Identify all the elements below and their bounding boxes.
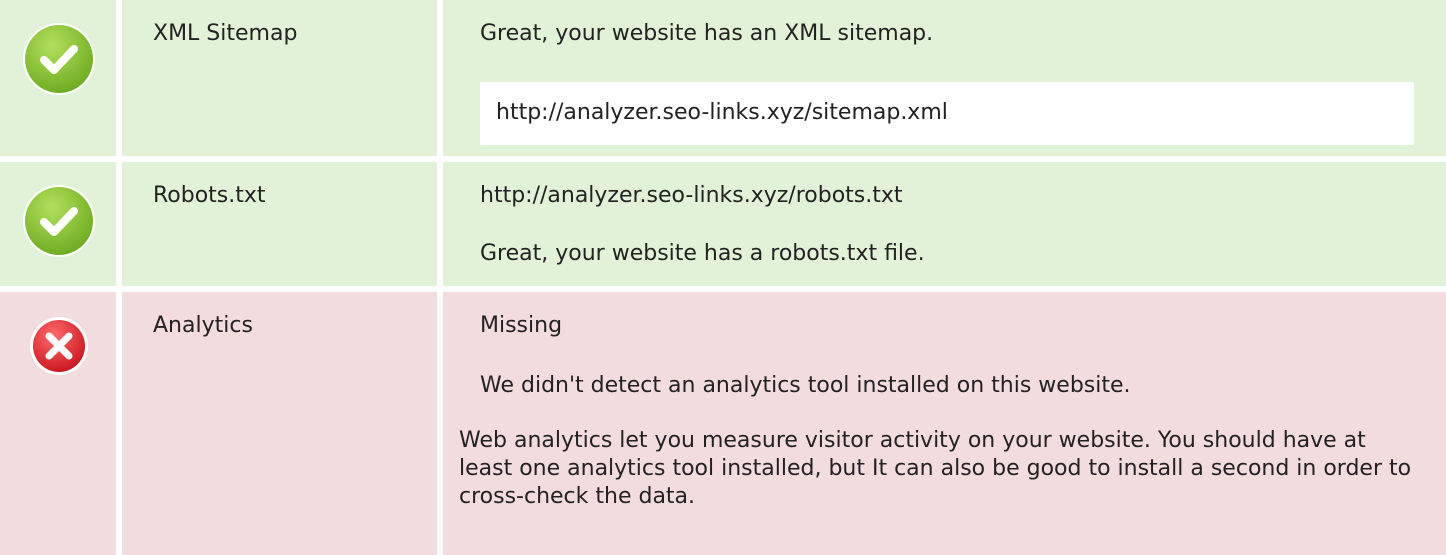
result-message: Great, your website has an XML sitemap. bbox=[480, 21, 934, 46]
robots-url: http://analyzer.seo-links.xyz/robots.txt bbox=[480, 183, 903, 208]
result-status: Missing bbox=[480, 313, 563, 338]
label-cell: Analytics bbox=[122, 292, 437, 555]
table-row-analytics: Analytics Missing We didn't detect an an… bbox=[0, 292, 1446, 555]
result-cell: Missing We didn't detect an analytics to… bbox=[443, 292, 1446, 555]
result-message: We didn't detect an analytics tool insta… bbox=[480, 373, 1131, 398]
status-cell bbox=[0, 162, 116, 286]
label-cell: XML Sitemap bbox=[122, 0, 437, 156]
error-icon bbox=[30, 317, 88, 375]
result-cell: http://analyzer.seo-links.xyz/robots.txt… bbox=[443, 162, 1446, 286]
result-message: Great, your website has a robots.txt fil… bbox=[480, 241, 925, 266]
seo-report-table: XML Sitemap Great, your website has an X… bbox=[0, 0, 1446, 555]
sitemap-url-box: http://analyzer.seo-links.xyz/sitemap.xm… bbox=[480, 82, 1414, 145]
sitemap-url: http://analyzer.seo-links.xyz/sitemap.xm… bbox=[496, 100, 948, 125]
check-label: Analytics bbox=[153, 313, 253, 338]
result-cell: Great, your website has an XML sitemap. … bbox=[443, 0, 1446, 156]
table-row-xml-sitemap: XML Sitemap Great, your website has an X… bbox=[0, 0, 1446, 156]
status-cell bbox=[0, 292, 116, 555]
analytics-description: Web analytics let you measure visitor ac… bbox=[459, 428, 1412, 509]
check-icon bbox=[23, 23, 95, 95]
status-cell bbox=[0, 0, 116, 156]
check-label: XML Sitemap bbox=[153, 21, 298, 46]
check-icon bbox=[23, 185, 95, 257]
table-row-robots-txt: Robots.txt http://analyzer.seo-links.xyz… bbox=[0, 162, 1446, 286]
check-label: Robots.txt bbox=[153, 183, 266, 208]
label-cell: Robots.txt bbox=[122, 162, 437, 286]
